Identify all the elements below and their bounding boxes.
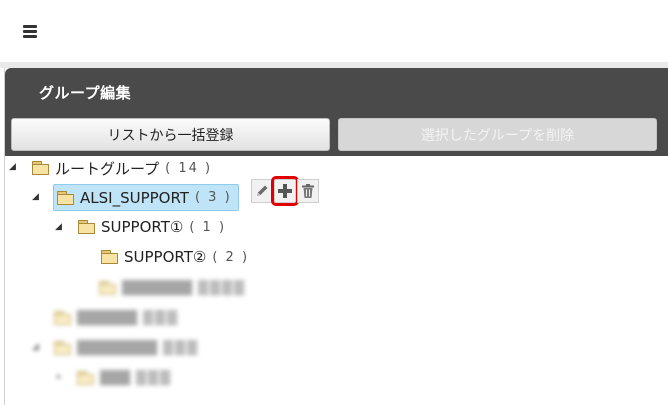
pencil-icon[interactable]: [251, 179, 273, 203]
tree-node-count: ( 2 ): [212, 249, 250, 265]
tree-node-label: SUPPORT②: [124, 248, 207, 266]
folder-icon: [78, 220, 96, 234]
expand-arrow-icon[interactable]: ▸: [57, 372, 62, 382]
tree-node-count: ( 14 ): [165, 160, 213, 176]
collapse-arrow-icon[interactable]: ◢: [55, 222, 62, 232]
tree-node-count: ( 1 ): [189, 219, 227, 235]
tree-node-label: ルートグループ: [55, 159, 160, 178]
panel-header: グループ編集 リストから一括登録 選択したグループを削除: [5, 68, 668, 156]
blurred-count: ███: [136, 370, 172, 386]
folder-icon: [57, 190, 75, 205]
blurred-count: ███: [162, 340, 199, 356]
folder-icon: [54, 341, 72, 355]
node-action-toolbar: [251, 176, 319, 206]
tree-node-blurred[interactable]: ███ ███: [77, 366, 172, 390]
blurred-label: ██████: [77, 310, 137, 326]
blurred-label: ███████: [122, 280, 192, 296]
tree-node-root[interactable]: ルートグループ ( 14 ): [32, 156, 212, 180]
tree-node-alsi-support[interactable]: ALSI_SUPPORT ( 3 ): [53, 184, 239, 211]
tree-node-blurred[interactable]: ████████ ███: [54, 336, 199, 360]
panel-title: グループ編集: [39, 84, 132, 102]
bulk-register-button[interactable]: リストから一括登録: [11, 118, 330, 151]
tree-node-support1[interactable]: SUPPORT① ( 1 ): [78, 215, 226, 239]
folder-icon: [54, 311, 72, 325]
tree-node-label: ALSI_SUPPORT: [80, 188, 189, 207]
tree-node-blurred[interactable]: ██████ ███: [54, 306, 179, 330]
folder-icon: [101, 250, 119, 264]
folder-icon: [77, 371, 95, 385]
collapse-arrow-icon[interactable]: ◢: [9, 162, 16, 172]
tree-node-support2[interactable]: SUPPORT② ( 2 ): [101, 245, 249, 269]
top-bar: [0, 0, 668, 62]
blurred-label: ███: [100, 370, 130, 386]
blurred-count: ████: [197, 280, 246, 296]
trash-icon[interactable]: [297, 179, 319, 203]
blurred-count: ███: [143, 310, 179, 326]
group-tree: ◢ ルートグループ ( 14 ) ◢ ALSI_SUPPORT ( 3 ) ◢ …: [5, 156, 668, 405]
group-edit-panel: グループ編集 リストから一括登録 選択したグループを削除 ◢ ルートグループ (…: [4, 68, 668, 405]
folder-icon: [32, 161, 50, 175]
collapse-arrow-icon[interactable]: ◢: [32, 192, 39, 202]
folder-icon: [99, 281, 117, 295]
collapse-arrow-icon[interactable]: ◢: [32, 342, 39, 352]
tree-node-count: ( 3 ): [194, 190, 232, 205]
tree-node-blurred[interactable]: ███████ ████: [99, 276, 246, 300]
tree-node-label: SUPPORT①: [101, 218, 184, 236]
blurred-label: ████████: [77, 340, 157, 356]
hamburger-icon[interactable]: [23, 25, 37, 38]
plus-icon[interactable]: [271, 176, 299, 206]
delete-selected-group-button[interactable]: 選択したグループを削除: [338, 118, 657, 151]
